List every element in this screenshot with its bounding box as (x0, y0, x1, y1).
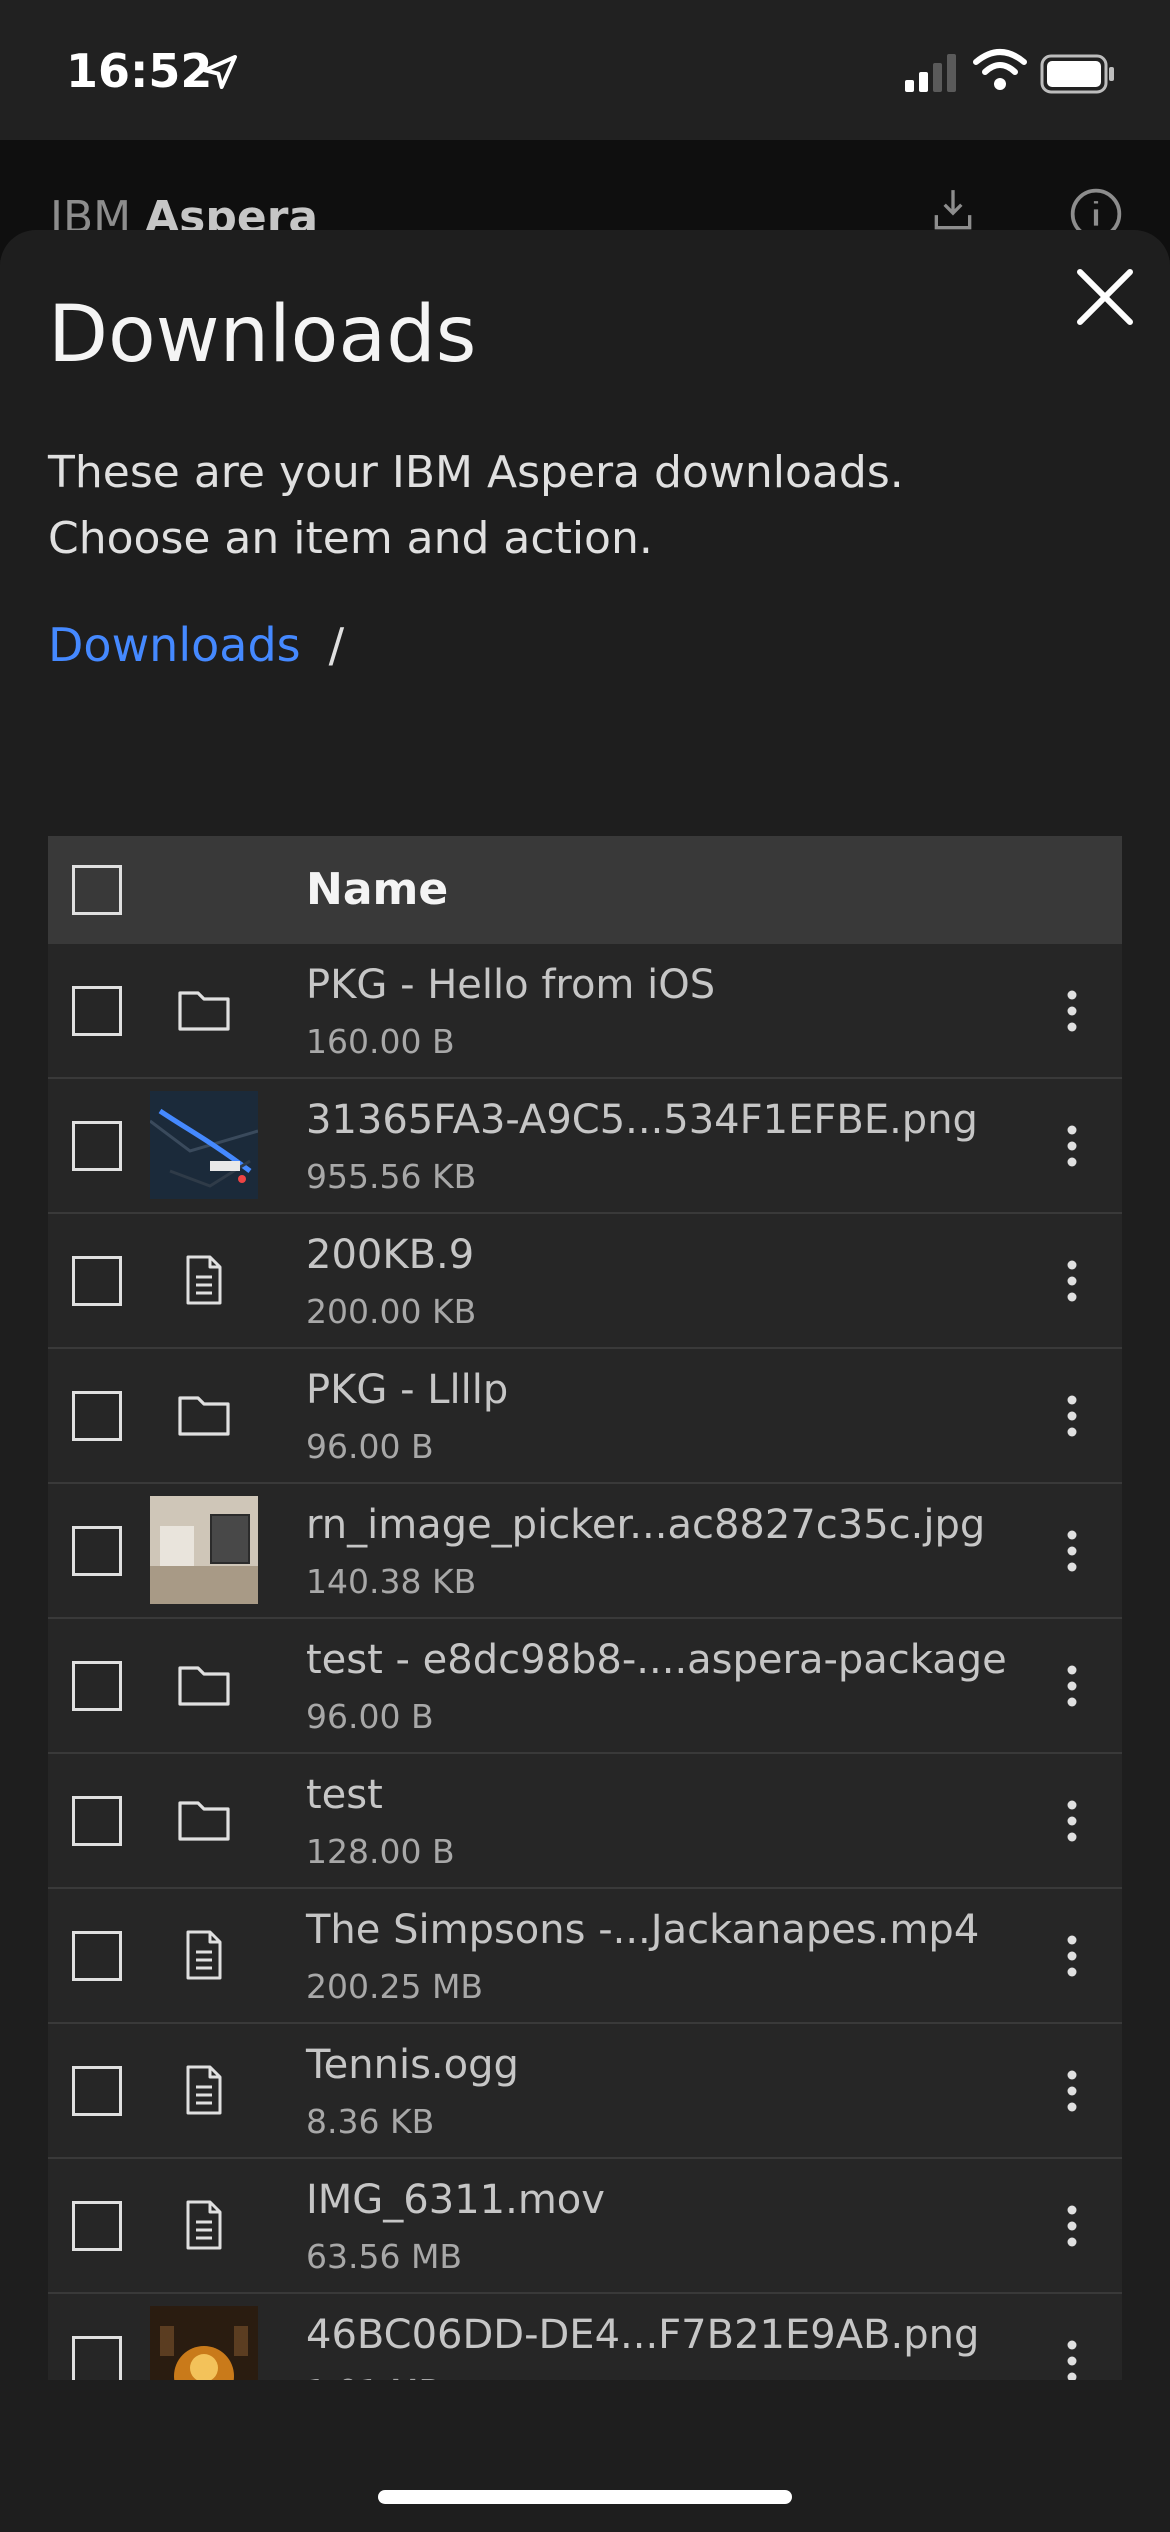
table-row[interactable]: rn_image_picker...ac8827c35c.jpg 140.38 K… (48, 1484, 1122, 1619)
file-thumbnail (150, 2171, 258, 2279)
overflow-menu-icon[interactable] (1048, 1119, 1096, 1173)
folder-icon (178, 991, 230, 1031)
file-size: 200.00 KB (306, 1292, 477, 1331)
close-icon[interactable] (1074, 266, 1136, 328)
table-row[interactable]: test 128.00 B (48, 1754, 1122, 1889)
file-thumbnail (150, 1091, 258, 1199)
table-header: Name (48, 836, 1122, 944)
file-thumbnail (150, 1361, 258, 1469)
file-thumbnail (150, 1631, 258, 1739)
overflow-menu-icon[interactable] (1048, 1794, 1096, 1848)
row-checkbox[interactable] (72, 1796, 122, 1846)
map-thumbnail-icon (150, 1091, 258, 1199)
breadcrumb-downloads-link[interactable]: Downloads (48, 618, 301, 672)
file-name: 46BC06DD-DE4...F7B21E9AB.png (306, 2312, 980, 2358)
row-checkbox[interactable] (72, 1391, 122, 1441)
row-checkbox[interactable] (72, 2336, 122, 2380)
file-thumbnail (150, 1226, 258, 1334)
battery-icon (1040, 54, 1114, 94)
folder-icon (178, 1801, 230, 1841)
document-icon (186, 1930, 222, 1980)
location-arrow-icon (203, 55, 237, 89)
overflow-menu-icon[interactable] (1048, 1254, 1096, 1308)
document-icon (186, 2065, 222, 2115)
table-row[interactable]: 200KB.9 200.00 KB (48, 1214, 1122, 1349)
row-checkbox[interactable] (72, 1526, 122, 1576)
file-name: 31365FA3-A9C5...534F1EFBE.png (306, 1097, 978, 1143)
file-name: rn_image_picker...ac8827c35c.jpg (306, 1502, 986, 1548)
file-name: test - e8dc98b8-....aspera-package (306, 1637, 1007, 1683)
document-icon (186, 2200, 222, 2250)
file-name: PKG - Llllp (306, 1367, 509, 1413)
overflow-menu-icon[interactable] (1048, 2199, 1096, 2253)
table-row[interactable]: 46BC06DD-DE4...F7B21E9AB.png 1.01 MB (48, 2294, 1122, 2380)
file-size: 1.01 MB (306, 2372, 441, 2380)
file-name: IMG_6311.mov (306, 2177, 605, 2223)
transfers-icon[interactable] (928, 186, 978, 236)
file-size: 955.56 KB (306, 1157, 477, 1196)
file-name: The Simpsons -...Jackanapes.mp4 (306, 1907, 980, 1953)
file-name: PKG - Hello from iOS (306, 962, 716, 1008)
file-size: 8.36 KB (306, 2102, 435, 2141)
table-row[interactable]: Tennis.ogg 8.36 KB (48, 2024, 1122, 2159)
cellular-signal-icon (905, 54, 956, 92)
breadcrumb-separator: / (328, 618, 345, 672)
home-indicator (378, 2490, 792, 2504)
overflow-menu-icon[interactable] (1048, 984, 1096, 1038)
row-checkbox[interactable] (72, 1661, 122, 1711)
folder-icon (178, 1666, 230, 1706)
row-checkbox[interactable] (72, 1121, 122, 1171)
select-all-checkbox[interactable] (72, 865, 122, 915)
row-checkbox[interactable] (72, 986, 122, 1036)
file-name: test (306, 1772, 383, 1818)
row-checkbox[interactable] (72, 2066, 122, 2116)
breadcrumb: Downloads / (48, 618, 344, 672)
downloads-table: Name PKG - Hello from iOS 160.00 B 31365FA… (48, 836, 1122, 2380)
file-thumbnail (150, 2306, 258, 2380)
name-column-header: Name (306, 864, 449, 915)
file-name: Tennis.ogg (306, 2042, 519, 2088)
overflow-menu-icon[interactable] (1048, 2064, 1096, 2118)
table-row[interactable]: 31365FA3-A9C5...534F1EFBE.png 955.56 KB (48, 1079, 1122, 1214)
poster-thumbnail-icon (150, 2306, 258, 2380)
file-size: 140.38 KB (306, 1562, 477, 1601)
page-title: Downloads (48, 290, 477, 380)
room-thumbnail-icon (150, 1496, 258, 1604)
file-size: 200.25 MB (306, 1967, 484, 2006)
page-description: These are your IBM Aspera downloads. Cho… (48, 447, 904, 564)
file-thumbnail (150, 956, 258, 1064)
row-checkbox[interactable] (72, 1256, 122, 1306)
table-row[interactable]: IMG_6311.mov 63.56 MB (48, 2159, 1122, 2294)
overflow-menu-icon[interactable] (1048, 1389, 1096, 1443)
file-thumbnail (150, 2036, 258, 2144)
table-row[interactable]: The Simpsons -...Jackanapes.mp4 200.25 MB (48, 1889, 1122, 2024)
file-thumbnail (150, 1901, 258, 2009)
file-size: 128.00 B (306, 1832, 455, 1871)
table-row[interactable]: test - e8dc98b8-....aspera-package 96.00 … (48, 1619, 1122, 1754)
status-time: 16:52 (66, 44, 213, 98)
overflow-menu-icon[interactable] (1048, 1659, 1096, 1713)
table-row[interactable]: PKG - Hello from iOS 160.00 B (48, 944, 1122, 1079)
file-name: 200KB.9 (306, 1232, 475, 1278)
file-size: 160.00 B (306, 1022, 455, 1061)
file-size: 96.00 B (306, 1697, 434, 1736)
status-bar: 16:52 (0, 0, 1170, 140)
file-thumbnail (150, 1766, 258, 1874)
document-icon (186, 1255, 222, 1305)
table-row[interactable]: PKG - Llllp 96.00 B (48, 1349, 1122, 1484)
folder-icon (178, 1396, 230, 1436)
wifi-icon (973, 49, 1027, 90)
row-checkbox[interactable] (72, 1931, 122, 1981)
file-thumbnail (150, 1496, 258, 1604)
overflow-menu-icon[interactable] (1048, 1524, 1096, 1578)
row-checkbox[interactable] (72, 2201, 122, 2251)
file-size: 63.56 MB (306, 2237, 463, 2276)
overflow-menu-icon[interactable] (1048, 2334, 1096, 2380)
overflow-menu-icon[interactable] (1048, 1929, 1096, 1983)
file-size: 96.00 B (306, 1427, 434, 1466)
